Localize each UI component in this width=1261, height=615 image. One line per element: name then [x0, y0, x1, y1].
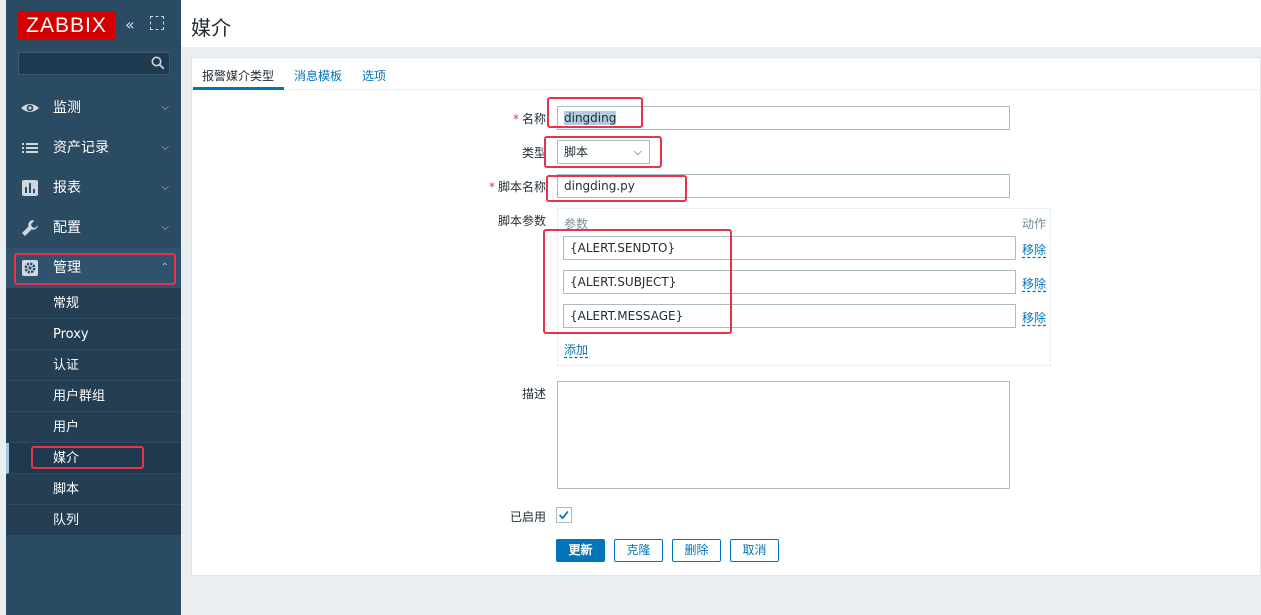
collapse-sidebar-icon[interactable]: « — [125, 16, 143, 34]
menu-item-label: 监测 — [53, 100, 81, 116]
remove-param-link[interactable]: 移除 — [1022, 241, 1046, 258]
chart-icon — [22, 180, 38, 196]
enabled-label: 已启用 — [509, 510, 546, 524]
menu-item-inventory[interactable]: 资产记录 ⌵ — [6, 128, 181, 168]
script-params-label: 脚本参数 — [497, 214, 546, 228]
eye-icon — [21, 104, 39, 112]
submenu-item-users[interactable]: 用户 — [6, 412, 181, 443]
description-label: 描述 — [521, 387, 546, 401]
chevron-down-icon: ⌵ — [161, 182, 169, 193]
tab-message-templates[interactable]: 消息模板 — [294, 67, 342, 84]
page-title: 媒介 — [191, 16, 231, 40]
menu-item-reports[interactable]: 报表 ⌵ — [6, 168, 181, 208]
search-box — [18, 52, 170, 75]
page-header: 媒介 — [181, 0, 1261, 47]
search-input[interactable] — [19, 53, 147, 74]
menu-item-label: 资产记录 — [53, 140, 109, 156]
admin-submenu: 常规 Proxy 认证 用户群组 用户 媒介 脚本 队列 — [6, 288, 181, 536]
remove-param-link[interactable]: 移除 — [1022, 275, 1046, 292]
highlight-box — [31, 446, 144, 469]
cancel-button[interactable]: 取消 — [730, 539, 779, 562]
tab-media-type[interactable]: 报警媒介类型 — [202, 67, 274, 84]
chevron-down-icon: ⌵ — [161, 222, 169, 233]
menu-item-label: 报表 — [53, 180, 81, 196]
submenu-item-scripts[interactable]: 脚本 — [6, 474, 181, 505]
list-icon — [22, 143, 38, 153]
kiosk-mode-icon[interactable] — [150, 16, 164, 30]
highlight-box — [543, 229, 732, 334]
type-label: 类型 — [521, 146, 546, 160]
clone-button[interactable]: 克隆 — [614, 539, 663, 562]
menu-item-configuration[interactable]: 配置 ⌵ — [6, 208, 181, 248]
zabbix-logo[interactable]: ZABBIX — [18, 12, 115, 39]
menu-item-monitoring[interactable]: 监测 ⌵ — [6, 88, 181, 128]
remove-param-link[interactable]: 移除 — [1022, 309, 1046, 326]
script-name-label: * 脚本名称 — [488, 180, 546, 194]
chevron-down-icon: ⌵ — [161, 102, 169, 113]
enabled-checkbox[interactable] — [556, 507, 572, 523]
search-icon[interactable] — [151, 56, 165, 70]
add-param-link[interactable]: 添加 — [564, 341, 588, 358]
delete-button[interactable]: 删除 — [672, 539, 721, 562]
description-textarea[interactable] — [557, 381, 1010, 489]
highlight-box — [547, 97, 643, 128]
sidebar: ZABBIX « 监测 ⌵ 资产记录 ⌵ 报表 ⌵ 配置 ⌵ 管理 ⌃ 常规 P… — [6, 0, 181, 615]
action-column-header: 动作 — [1022, 217, 1047, 231]
tab-options[interactable]: 选项 — [362, 67, 386, 84]
submenu-item-queue[interactable]: 队列 — [6, 505, 181, 536]
submenu-item-user-groups[interactable]: 用户群组 — [6, 381, 181, 412]
update-button[interactable]: 更新 — [556, 539, 605, 562]
sidebar-top: ZABBIX « — [6, 0, 181, 48]
submenu-item-proxy[interactable]: Proxy — [6, 319, 181, 350]
submenu-item-general[interactable]: 常规 — [6, 288, 181, 319]
chevron-down-icon: ⌵ — [161, 142, 169, 153]
wrench-icon — [22, 220, 38, 236]
submenu-item-authentication[interactable]: 认证 — [6, 350, 181, 381]
active-tab-indicator — [193, 87, 284, 90]
checkmark-icon — [559, 510, 569, 520]
highlight-box — [544, 136, 662, 168]
highlight-box — [546, 175, 687, 202]
highlight-box — [14, 253, 176, 285]
menu-item-label: 配置 — [53, 220, 81, 236]
name-label: * 名称 — [512, 112, 546, 126]
tab-bar: 报警媒介类型 消息模板 选项 — [192, 58, 1261, 90]
